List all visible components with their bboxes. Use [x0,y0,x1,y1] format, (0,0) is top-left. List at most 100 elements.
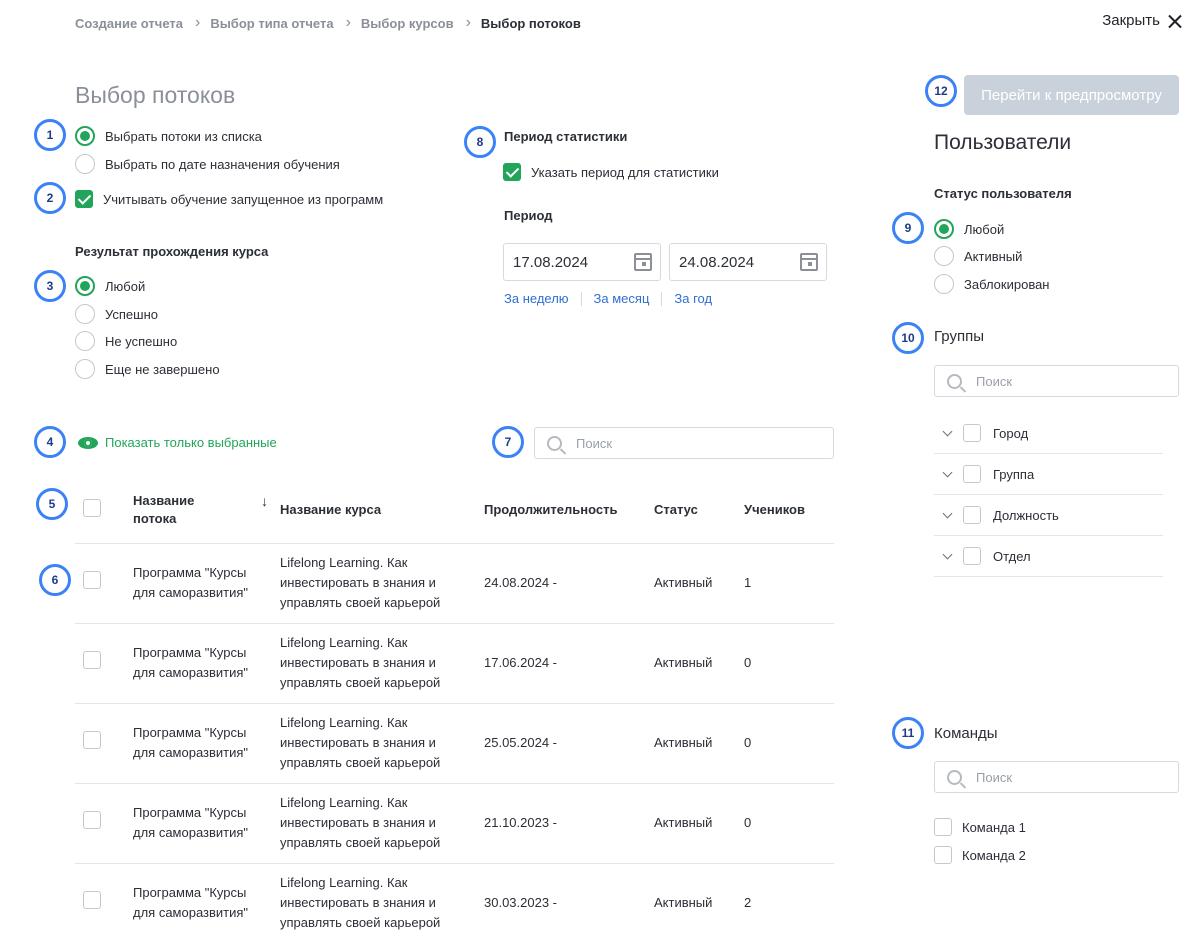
select-all-checkbox[interactable] [83,498,101,517]
row-checkbox[interactable] [83,651,101,669]
mode-option-date[interactable]: Выбрать по дате назначения обучения [75,154,340,174]
search-icon [947,769,962,785]
radio[interactable] [934,274,954,294]
quick-year-link[interactable]: За год [661,292,724,306]
breadcrumb: Создание отчета › Выбор типа отчета › Вы… [75,14,581,32]
groups-search-input[interactable] [976,373,1178,389]
cell-status: Активный [654,543,744,624]
calendar-icon[interactable] [634,253,652,271]
sort-down-icon[interactable]: ↓ [261,492,268,510]
radio-selected[interactable] [75,276,95,296]
group-item[interactable]: Отдел [934,536,1163,577]
table-row[interactable]: Программа "Курсы для саморазвития" Lifel… [75,863,834,936]
team-checkbox[interactable] [934,846,952,864]
group-item[interactable]: Должность [934,495,1163,536]
quick-week-link[interactable]: За неделю [504,292,581,306]
group-checkbox[interactable] [963,506,981,524]
radio[interactable] [75,331,95,351]
table-row[interactable]: Программа "Курсы для саморазвития" Lifel… [75,703,834,784]
cell-students: 1 [744,543,834,624]
row-checkbox[interactable] [83,811,101,829]
radio-selected[interactable] [75,126,95,146]
result-option-pending[interactable]: Еще не завершено [75,359,220,379]
group-checkbox[interactable] [963,465,981,483]
result-option-any[interactable]: Любой [75,276,145,296]
header-students: Учеников [744,478,834,544]
user-status-blocked[interactable]: Заблокирован [934,274,1049,294]
course-result-label: Результат прохождения курса [75,244,269,259]
cell-course-name: Lifelong Learning. Как инвестировать в з… [280,623,484,704]
breadcrumb-item[interactable]: Создание отчета [75,16,183,31]
user-status-any[interactable]: Любой [934,219,1004,239]
team-checkbox[interactable] [934,818,952,836]
row-checkbox[interactable] [83,891,101,909]
include-programs-checkbox[interactable]: Учитывать обучение запущенное из програм… [75,189,383,209]
close-icon [1168,14,1182,28]
teams-label: Команды [934,725,998,742]
row-checkbox[interactable] [83,731,101,749]
team-item[interactable]: Команда 2 [934,845,1026,865]
close-button[interactable]: Закрыть [1102,12,1182,29]
checkbox-checked[interactable] [75,190,93,208]
cell-status: Активный [654,623,744,704]
radio[interactable] [75,154,95,174]
radio-selected[interactable] [934,219,954,239]
radio[interactable] [934,246,954,266]
chevron-down-icon[interactable] [942,508,953,518]
groups-search[interactable] [934,365,1179,397]
breadcrumb-item[interactable]: Выбор курсов [361,16,454,31]
result-option-fail[interactable]: Не успешно [75,331,177,351]
group-label: Группа [993,466,1035,482]
step-marker: 2 [34,182,66,214]
radio[interactable] [75,359,95,379]
cell-duration: 25.05.2024 - [484,703,654,784]
show-selected-toggle[interactable]: Показать только выбранные [78,435,277,450]
quick-month-link[interactable]: За месяц [580,292,662,306]
cell-status: Активный [654,863,744,936]
group-item[interactable]: Город [934,413,1163,454]
calendar-icon[interactable] [800,253,818,271]
mode-option-list[interactable]: Выбрать потоки из списка [75,126,262,146]
teams-search[interactable] [934,761,1179,793]
cell-course-name: Lifelong Learning. Как инвестировать в з… [280,783,484,864]
eye-icon [78,436,98,449]
chevron-down-icon[interactable] [942,549,953,559]
header-label: Название потока [133,493,195,527]
table-row[interactable]: Программа "Курсы для саморазвития" Lifel… [75,623,834,704]
close-label: Закрыть [1102,12,1160,29]
page-title: Выбор потоков [75,82,236,108]
group-item[interactable]: Группа [934,454,1163,495]
team-item[interactable]: Команда 1 [934,817,1026,837]
option-label: Выбрать по дате назначения обучения [105,156,340,172]
cell-stream-name: Программа "Курсы для саморазвития" [133,623,280,704]
header-course-name: Название курса [280,478,484,544]
chevron-down-icon[interactable] [942,426,953,436]
streams-search[interactable] [534,427,834,459]
cell-status: Активный [654,783,744,864]
option-label: Любой [105,278,146,294]
result-option-success[interactable]: Успешно [75,304,158,324]
table-row[interactable]: Программа "Курсы для саморазвития" Lifel… [75,783,834,864]
table-row[interactable]: Программа "Курсы для саморазвития" Lifel… [75,543,834,624]
preview-button[interactable]: Перейти к предпросмотру [964,75,1179,115]
chevron-down-icon[interactable] [942,467,953,477]
date-to-field[interactable]: 24.08.2024 [669,243,827,281]
search-icon [947,373,962,389]
group-checkbox[interactable] [963,547,981,565]
date-from-field[interactable]: 17.08.2024 [503,243,661,281]
option-label: Выбрать потоки из списка [105,128,262,144]
user-status-active[interactable]: Активный [934,246,1022,266]
step-marker: 7 [492,426,524,458]
header-stream-name[interactable]: ↓ Название потока [133,478,280,544]
row-checkbox[interactable] [83,571,101,589]
breadcrumb-item[interactable]: Выбор типа отчета [210,16,333,31]
checkbox-label: Учитывать обучение запущенное из програм… [103,191,384,207]
step-marker: 11 [892,717,924,749]
checkbox-checked[interactable] [503,163,521,181]
teams-search-input[interactable] [976,769,1178,785]
radio[interactable] [75,304,95,324]
team-label: Команда 2 [962,847,1026,863]
search-input[interactable] [576,435,833,451]
group-checkbox[interactable] [963,424,981,442]
stats-period-checkbox[interactable]: Указать период для статистики [503,162,719,182]
